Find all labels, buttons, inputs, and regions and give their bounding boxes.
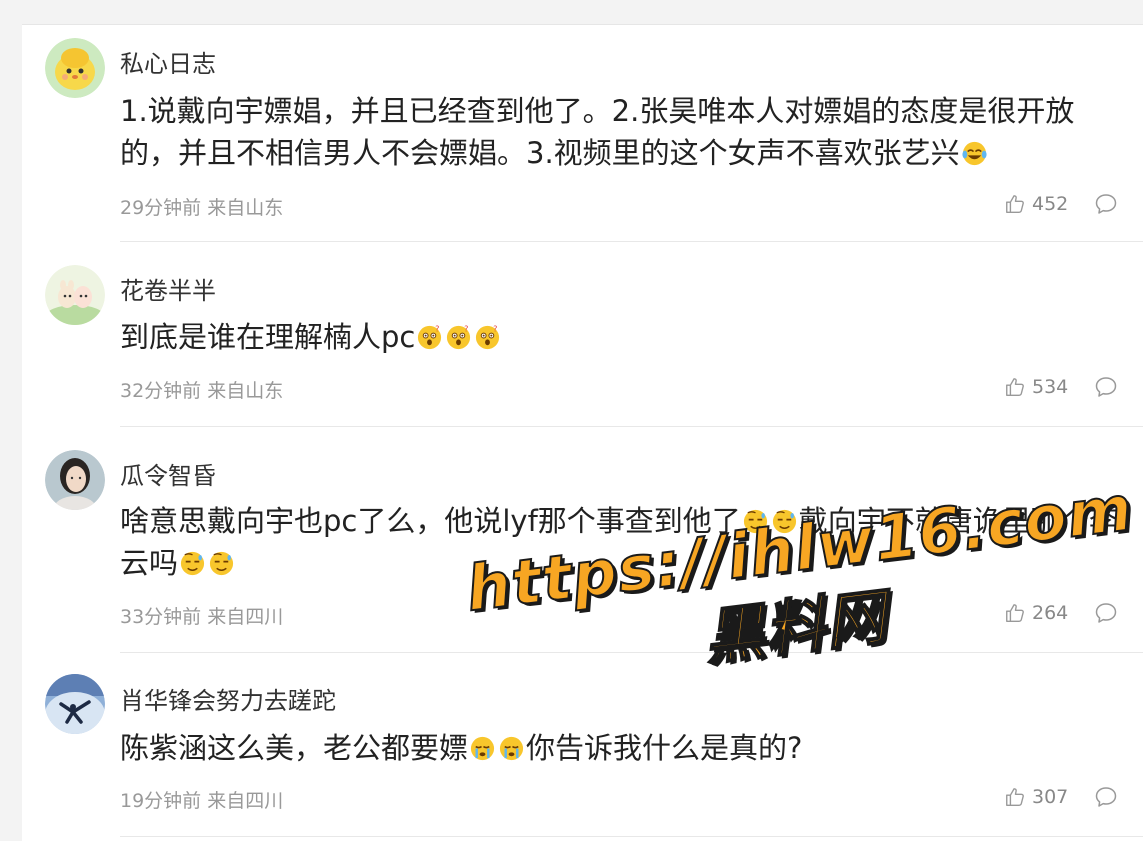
timestamp: 19分钟前 [120,790,202,812]
comment-text-content: 陈紫涵这么美，老公都要嫖 [120,731,469,765]
sweat-emoji [180,551,205,576]
comment-text-content: 你告诉我什么是真的? [526,731,803,765]
like-count: 452 [1032,193,1069,215]
comment-meta: 29分钟前 来自山东 [120,193,283,220]
avatar[interactable] [45,38,105,98]
comment-bubble-icon [1095,194,1117,214]
avatar[interactable] [45,674,105,734]
sweat-emoji [772,509,796,534]
like-button[interactable]: 307 [1004,786,1068,808]
crying-emoji [470,736,495,761]
top-bar [0,0,1143,25]
surprised-emoji: ? [476,325,500,350]
reply-button[interactable] [1094,785,1118,809]
reply-button[interactable] [1094,192,1118,216]
comment-bubble-icon [1095,603,1117,623]
location: 来自山东 [207,197,284,219]
comment-text: 陈紫涵这么美，老公都要嫖 你告诉我什么是真的? [120,727,1120,769]
username[interactable]: 私心日志 [120,44,216,79]
surprised-emoji: ? [447,325,471,350]
divider [120,426,1143,427]
avatar[interactable] [45,450,105,510]
surprised-emoji: ? [418,325,442,350]
avatar-image-cartoon-pair [45,265,105,325]
comment-text-content: 到底是谁在理解楠人pc [120,320,416,354]
thumbs-up-icon [1006,378,1024,396]
comment-text-content: 1.说戴向宇嫖娼，并且已经查到他了。2.张昊唯本人对嫖娼的态度是很开放的，并且不… [120,94,1075,170]
location: 来自四川 [207,790,284,812]
thumbs-up-icon [1006,788,1024,806]
avatar-image-yellow-chick [45,38,105,98]
like-button[interactable]: 264 [1004,602,1068,624]
divider [120,652,1143,653]
thumbs-up-icon [1006,604,1024,622]
comment-meta: 33分钟前 来自四川 [120,602,283,629]
username[interactable]: 肖华锋会努力去蹉跎 [120,681,336,716]
svg-text:?: ? [436,325,440,334]
svg-text:?: ? [465,325,469,334]
comment-text: 到底是谁在理解楠人pc ? ? ? [120,316,1120,358]
username[interactable]: 花卷半半 [120,271,216,306]
like-count: 534 [1032,376,1069,398]
reply-button[interactable] [1094,601,1118,625]
like-button[interactable]: 452 [1004,193,1068,215]
location: 来自四川 [207,606,284,628]
timestamp: 29分钟前 [120,197,202,219]
username[interactable]: 瓜令智昏 [120,456,216,491]
comment-text-content: 啥意思戴向宇也pc了么，他说lyf那个事查到他了 [120,504,741,538]
avatar[interactable] [45,265,105,325]
left-gutter [0,24,22,841]
timestamp: 33分钟前 [120,606,202,628]
comment-text: 啥意思戴向宇也pc了么，他说lyf那个事查到他了 戴向宇不就唐诡里那个李云吗 [120,500,1120,584]
laugh-cry-emoji [962,141,987,166]
sweat-emoji [209,551,234,576]
comment-bubble-icon [1095,787,1117,807]
comment-text: 1.说戴向宇嫖娼，并且已经查到他了。2.张昊唯本人对嫖娼的态度是很开放的，并且不… [120,90,1120,174]
like-count: 264 [1032,602,1069,624]
like-count: 307 [1032,786,1069,808]
avatar-image-portrait [45,450,105,510]
comment-meta: 32分钟前 来自山东 [120,376,283,403]
location: 来自山东 [207,380,284,402]
timestamp: 32分钟前 [120,380,202,402]
reply-button[interactable] [1094,375,1118,399]
divider [120,836,1143,837]
comment-meta: 19分钟前 来自四川 [120,786,283,813]
divider [120,241,1143,242]
avatar-image-figure-on-ice [45,674,105,734]
svg-text:?: ? [494,325,498,334]
sweat-emoji [743,509,767,534]
comment-bubble-icon [1095,377,1117,397]
like-button[interactable]: 534 [1004,376,1068,398]
crying-emoji [499,736,524,761]
thumbs-up-icon [1006,195,1024,213]
